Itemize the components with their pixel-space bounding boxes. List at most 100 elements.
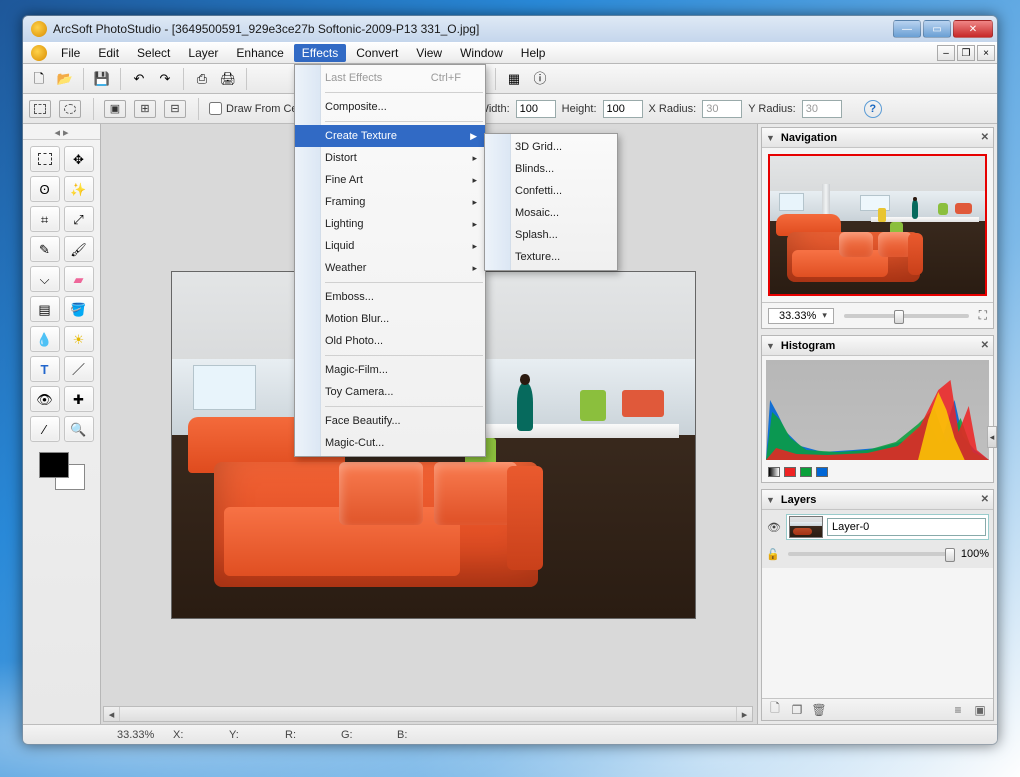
channel-green-button[interactable] [800, 467, 812, 477]
titlebar[interactable]: ArcSoft PhotoStudio - [3649500591_929e3c… [23, 16, 997, 42]
layers-close-button[interactable]: ✕ [981, 494, 989, 505]
marquee-tool[interactable] [30, 146, 60, 172]
opacity-slider[interactable] [788, 552, 955, 556]
menuitem-old-photo[interactable]: Old Photo... [295, 330, 485, 352]
menuitem-motion-blur[interactable]: Motion Blur... [295, 308, 485, 330]
menu-select[interactable]: Select [129, 44, 178, 62]
merge-down-button[interactable]: ≡ [951, 703, 965, 717]
menuitem-last-effects[interactable]: Last EffectsCtrl+F [295, 67, 485, 89]
menu-file[interactable]: File [53, 44, 88, 62]
text-tool[interactable]: T [30, 356, 60, 382]
menu-convert[interactable]: Convert [348, 44, 406, 62]
menuitem-magic-cut[interactable]: Magic-Cut... [295, 432, 485, 454]
save-button[interactable]: 💾 [90, 67, 114, 91]
mdi-minimize-button[interactable]: – [937, 45, 955, 61]
menuitem-3d-grid[interactable]: 3D Grid... [485, 136, 617, 158]
flatten-button[interactable]: ▣ [973, 703, 987, 717]
channel-all-button[interactable] [768, 467, 780, 477]
menu-effects[interactable]: Effects [294, 44, 346, 62]
menuitem-magic-film[interactable]: Magic-Film... [295, 359, 485, 381]
layer-lock-toggle[interactable]: 🔓 [766, 548, 782, 561]
layer-visibility-toggle[interactable]: 👁 [766, 521, 782, 534]
histogram-close-button[interactable]: ✕ [981, 340, 989, 351]
menuitem-weather[interactable]: Weather▸ [295, 257, 485, 279]
line-tool[interactable]: ／ [64, 356, 94, 382]
crop-tool[interactable]: ⌗ [30, 206, 60, 232]
chevron-down-icon[interactable]: ▼ [766, 133, 775, 143]
new-file-button[interactable]: 🗋 [27, 67, 51, 91]
mode-add-button[interactable]: ⊞ [134, 100, 156, 118]
mdi-close-button[interactable]: × [977, 45, 995, 61]
menuitem-distort[interactable]: Distort▸ [295, 147, 485, 169]
options-help-button[interactable]: ? [864, 100, 882, 118]
lasso-tool[interactable]: ʘ [30, 176, 60, 202]
info-button[interactable]: ⓘ [528, 67, 552, 91]
palette-grip[interactable]: ◂ ▸ [23, 126, 100, 140]
horizontal-scrollbar[interactable]: ◂ ▸ [103, 706, 753, 722]
pen-tool[interactable]: ✎ [30, 236, 60, 262]
menuitem-texture[interactable]: Texture... [485, 246, 617, 268]
menu-enhance[interactable]: Enhance [228, 44, 291, 62]
gradient-tool[interactable]: ▤ [30, 296, 60, 322]
open-file-button[interactable]: 📂 [53, 67, 77, 91]
menuitem-composite[interactable]: Composite... [295, 96, 485, 118]
height-input[interactable] [603, 100, 643, 118]
lighten-tool[interactable]: ☀ [64, 326, 94, 352]
menuitem-framing[interactable]: Framing▸ [295, 191, 485, 213]
close-button[interactable]: ✕ [953, 20, 993, 38]
delete-layer-button[interactable]: 🗑 [812, 703, 826, 717]
layer-name-field[interactable]: Layer-0 [827, 518, 986, 536]
color-swatches[interactable] [39, 452, 85, 490]
magic-wand-tool[interactable]: ✨ [64, 176, 94, 202]
mode-sub-button[interactable]: ⊟ [164, 100, 186, 118]
menu-edit[interactable]: Edit [90, 44, 127, 62]
fit-screen-button[interactable]: ⛶ [979, 308, 987, 323]
minimize-button[interactable]: — [893, 20, 921, 38]
menuitem-blinds[interactable]: Blinds... [485, 158, 617, 180]
menu-help[interactable]: Help [513, 44, 554, 62]
bucket-tool[interactable]: 🪣 [64, 296, 94, 322]
slideshow-button[interactable]: ▦ [502, 67, 526, 91]
stamp-tool[interactable]: ⌵ [30, 266, 60, 292]
acquire-button[interactable]: ⎙ [190, 67, 214, 91]
menuitem-lighting[interactable]: Lighting▸ [295, 213, 485, 235]
scroll-left-button[interactable]: ◂ [104, 707, 120, 721]
channel-red-button[interactable] [784, 467, 796, 477]
zoom-tool[interactable]: 🔍 [64, 416, 94, 442]
menu-view[interactable]: View [408, 44, 450, 62]
shape-ellipse-button[interactable] [59, 100, 81, 118]
menuitem-face-beautify[interactable]: Face Beautify... [295, 410, 485, 432]
menuitem-create-texture[interactable]: Create Texture▶ [295, 125, 485, 147]
chevron-down-icon[interactable]: ▼ [766, 495, 775, 505]
print-button[interactable]: 🖨 [216, 67, 240, 91]
menuitem-mosaic[interactable]: Mosaic... [485, 202, 617, 224]
menuitem-confetti[interactable]: Confetti... [485, 180, 617, 202]
yradius-input[interactable] [802, 100, 842, 118]
eraser-tool[interactable]: ▰ [64, 266, 94, 292]
maximize-button[interactable]: ▭ [923, 20, 951, 38]
redo-button[interactable]: ↷ [153, 67, 177, 91]
mode-new-button[interactable]: ▣ [104, 100, 126, 118]
width-input[interactable] [516, 100, 556, 118]
duplicate-layer-button[interactable]: ❐ [790, 703, 804, 717]
navigation-close-button[interactable]: ✕ [981, 132, 989, 143]
menuitem-splash[interactable]: Splash... [485, 224, 617, 246]
menuitem-fine-art[interactable]: Fine Art▸ [295, 169, 485, 191]
menuitem-toy-camera[interactable]: Toy Camera... [295, 381, 485, 403]
menu-layer[interactable]: Layer [180, 44, 226, 62]
zoom-dropdown[interactable]: 33.33% [768, 308, 834, 324]
brush-tool[interactable]: 🖌 [64, 236, 94, 262]
shape-rect-button[interactable] [29, 100, 51, 118]
redeye-tool[interactable]: 👁 [30, 386, 60, 412]
move-tool[interactable]: ✥ [64, 146, 94, 172]
heal-tool[interactable]: ✚ [64, 386, 94, 412]
menuitem-liquid[interactable]: Liquid▸ [295, 235, 485, 257]
xradius-input[interactable] [702, 100, 742, 118]
zoom-slider[interactable] [844, 314, 969, 318]
scroll-right-button[interactable]: ▸ [736, 707, 752, 721]
mdi-restore-button[interactable]: ❐ [957, 45, 975, 61]
blur-tool[interactable]: 💧 [30, 326, 60, 352]
menu-window[interactable]: Window [452, 44, 511, 62]
app-menu-icon[interactable] [31, 45, 47, 61]
channel-blue-button[interactable] [816, 467, 828, 477]
